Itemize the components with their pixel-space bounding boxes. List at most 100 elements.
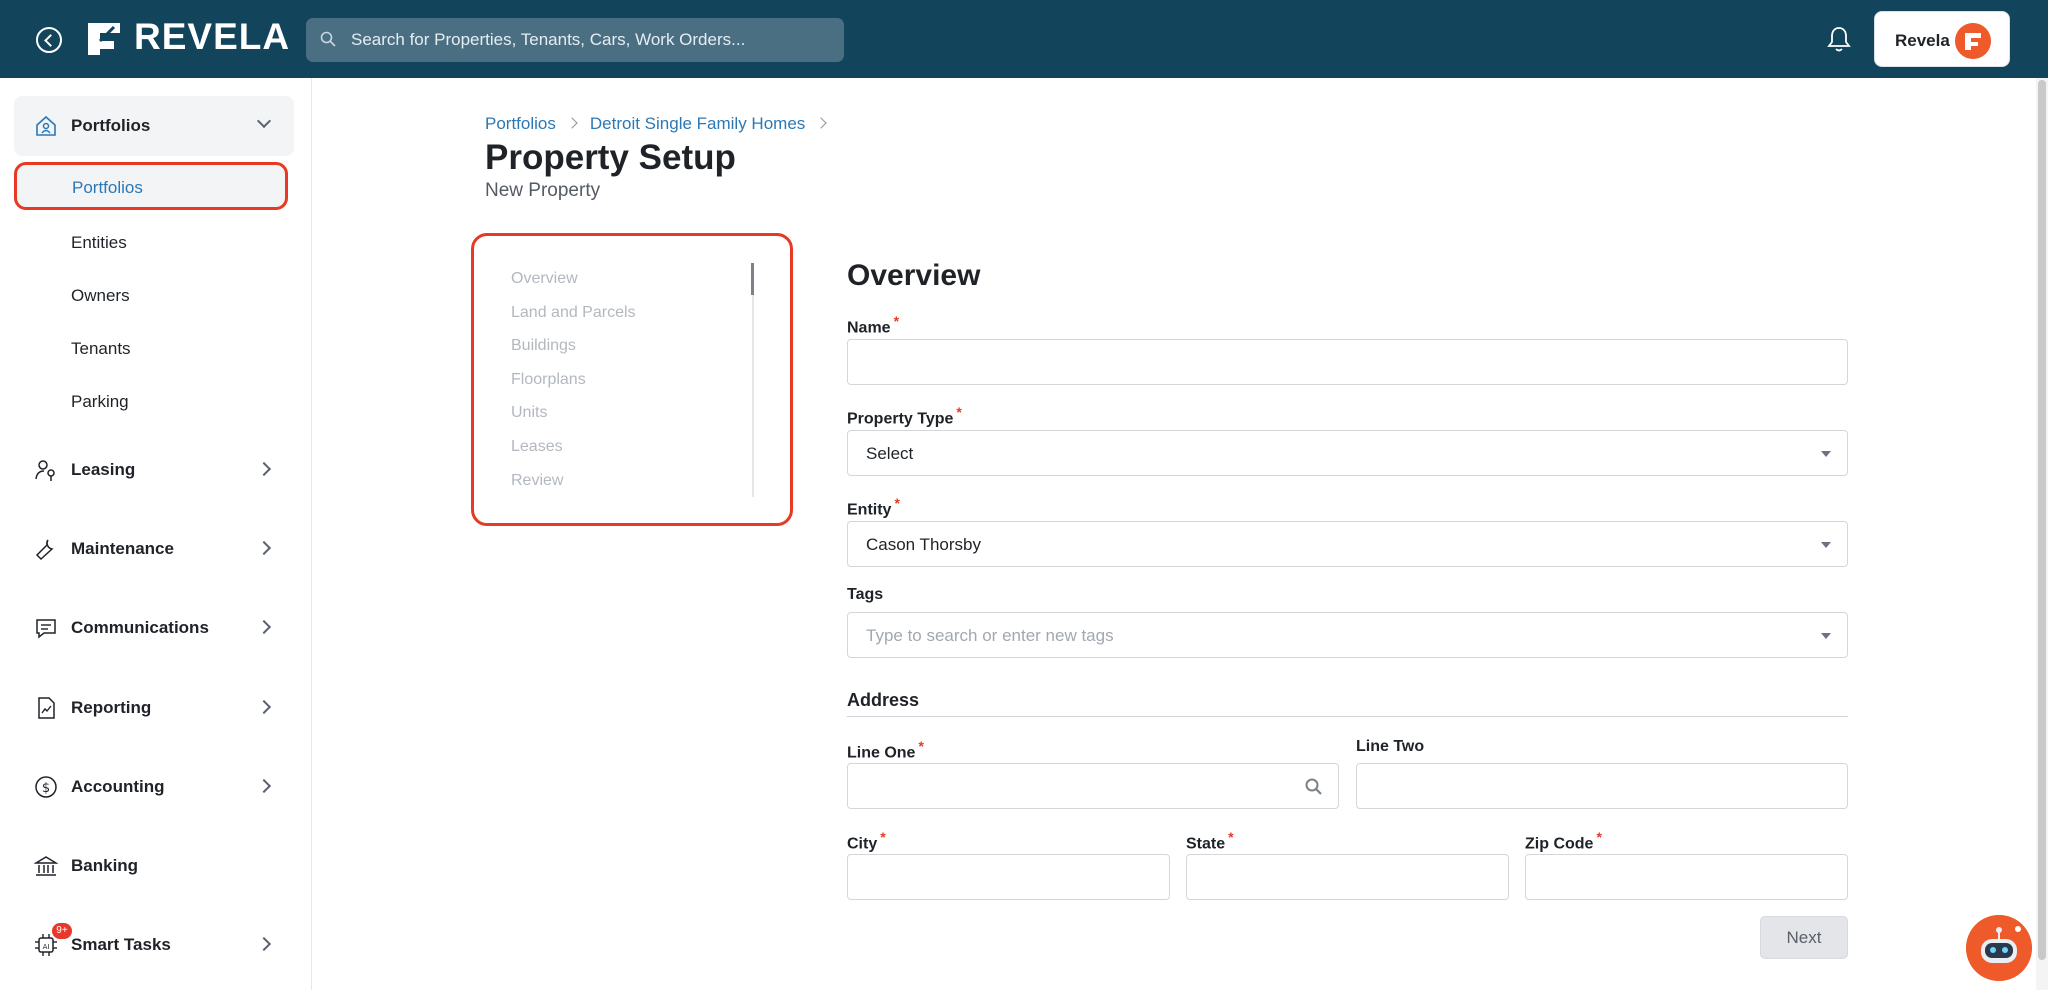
state-label: State * (1186, 829, 1234, 853)
sidebar-group-label: Portfolios (71, 116, 151, 135)
tags-input[interactable]: Type to search or enter new tags (847, 612, 1848, 658)
label-text: City (847, 835, 878, 853)
section-title: Overview (847, 259, 981, 292)
sidebar-group-banking[interactable]: Banking (14, 836, 294, 896)
sidebar-group-label: Reporting (71, 698, 152, 717)
select-value: Select (866, 444, 914, 463)
user-menu-button[interactable]: Revela (1874, 11, 2010, 67)
sidebar-group-label: Leasing (71, 460, 136, 479)
sidebar-group-smart-tasks[interactable]: AI 9+ Smart Tasks (14, 915, 294, 975)
line-two-label: Line Two (1356, 738, 1424, 756)
step-floorplans[interactable]: Floorplans (511, 371, 586, 389)
required-mark: * (1228, 829, 1234, 845)
state-input[interactable] (1186, 854, 1509, 900)
property-type-label: Property Type * (847, 404, 962, 428)
sidebar-group-label: Banking (71, 856, 139, 875)
label-text: Tags (847, 586, 884, 603)
step-leases[interactable]: Leases (511, 438, 563, 456)
person-key-icon (35, 460, 55, 481)
search-placeholder: Search for Properties, Tenants, Cars, Wo… (351, 30, 746, 49)
required-mark: * (894, 495, 900, 511)
required-mark: * (1596, 829, 1602, 845)
sidebar-group-label: Maintenance (71, 539, 174, 558)
sidebar-item-owners[interactable]: Owners (14, 271, 288, 319)
sidebar-item-entities[interactable]: Entities (14, 218, 288, 266)
caret-down-icon (1821, 633, 1831, 639)
property-type-select[interactable]: Select (847, 430, 1848, 476)
report-icon (38, 697, 55, 719)
city-label: City * (847, 829, 886, 853)
address-heading: Address (847, 690, 920, 710)
caret-down-icon (1821, 451, 1831, 457)
sidebar-group-accounting[interactable]: $ Accounting (14, 757, 294, 817)
sidebar-item-portfolios[interactable]: Portfolios (14, 162, 288, 210)
notification-bell-icon[interactable] (1826, 25, 1852, 53)
back-icon[interactable] (36, 27, 62, 53)
svg-text:AI: AI (43, 943, 50, 951)
chevron-right-icon[interactable] (256, 699, 272, 715)
step-land-and-parcels[interactable]: Land and Parcels (511, 304, 636, 322)
name-input[interactable] (847, 339, 1848, 385)
label-text: Name (847, 319, 891, 337)
avatar (1955, 23, 1991, 59)
sidebar-item-label: Entities (71, 233, 127, 252)
line-one-label: Line One * (847, 738, 924, 762)
step-units[interactable]: Units (511, 404, 547, 422)
chat-icon (36, 619, 56, 639)
scrollbar-thumb[interactable] (2038, 80, 2046, 960)
breadcrumb-link-portfolios[interactable]: Portfolios (485, 114, 556, 133)
chevron-right-icon (815, 117, 827, 129)
user-name: Revela (1895, 31, 1950, 50)
label-text: Line One (847, 744, 916, 762)
revela-logo-icon[interactable] (84, 19, 124, 59)
label-text: Property Type (847, 410, 954, 428)
dollar-icon: $ (35, 776, 57, 798)
line-one-input[interactable] (847, 763, 1339, 809)
chevron-right-icon[interactable] (256, 619, 272, 635)
sidebar-group-maintenance[interactable]: Maintenance (14, 519, 294, 579)
zip-code-label: Zip Code * (1525, 829, 1602, 853)
zip-code-input[interactable] (1525, 854, 1848, 900)
city-input[interactable] (847, 854, 1170, 900)
tags-label: Tags (847, 586, 883, 604)
sidebar-group-portfolios[interactable]: Portfolios (14, 96, 294, 156)
chevron-right-icon[interactable] (256, 778, 272, 794)
sidebar-item-tenants[interactable]: Tenants (14, 324, 288, 372)
breadcrumb-link-portfolio[interactable]: Detroit Single Family Homes (590, 114, 805, 133)
step-overview[interactable]: Overview (511, 270, 578, 288)
sidebar-group-communications[interactable]: Communications (14, 598, 294, 658)
page-subtitle: New Property (485, 180, 601, 201)
sidebar-item-label: Tenants (71, 339, 131, 358)
chevron-right-icon[interactable] (256, 936, 272, 952)
next-button[interactable]: Next (1760, 916, 1848, 959)
step-buildings[interactable]: Buildings (511, 337, 576, 355)
label-text: Zip Code (1525, 835, 1594, 853)
sidebar-group-reporting[interactable]: Reporting (14, 678, 294, 738)
required-mark: * (918, 738, 924, 754)
sidebar-group-label: Communications (71, 618, 209, 637)
search-icon (320, 31, 336, 47)
logo-text[interactable]: REVELA (134, 16, 290, 58)
chevron-right-icon[interactable] (256, 461, 272, 477)
chevron-right-icon[interactable] (256, 540, 272, 556)
entity-select[interactable]: Cason Thorsby (847, 521, 1848, 567)
wrench-icon (35, 539, 54, 561)
sidebar-item-parking[interactable]: Parking (14, 377, 288, 425)
bank-icon (34, 856, 58, 876)
label-text: State (1186, 835, 1226, 853)
line-two-input[interactable] (1356, 763, 1848, 809)
sidebar-group-leasing[interactable]: Leasing (14, 440, 294, 500)
chevron-down-icon[interactable] (256, 113, 272, 129)
chatbot-icon[interactable] (1966, 915, 2032, 981)
required-mark: * (956, 404, 962, 420)
required-mark: * (880, 829, 886, 845)
sidebar-item-label: Owners (71, 286, 130, 305)
label-text: Line Two (1356, 738, 1425, 755)
breadcrumb: Portfolios Detroit Single Family Homes (485, 114, 839, 134)
svg-text:$: $ (42, 781, 50, 796)
sidebar-group-label: Smart Tasks (71, 935, 171, 954)
search-icon[interactable] (1304, 777, 1324, 797)
global-search-input[interactable]: Search for Properties, Tenants, Cars, Wo… (306, 18, 844, 62)
step-review[interactable]: Review (511, 472, 563, 490)
name-label: Name * (847, 313, 899, 337)
